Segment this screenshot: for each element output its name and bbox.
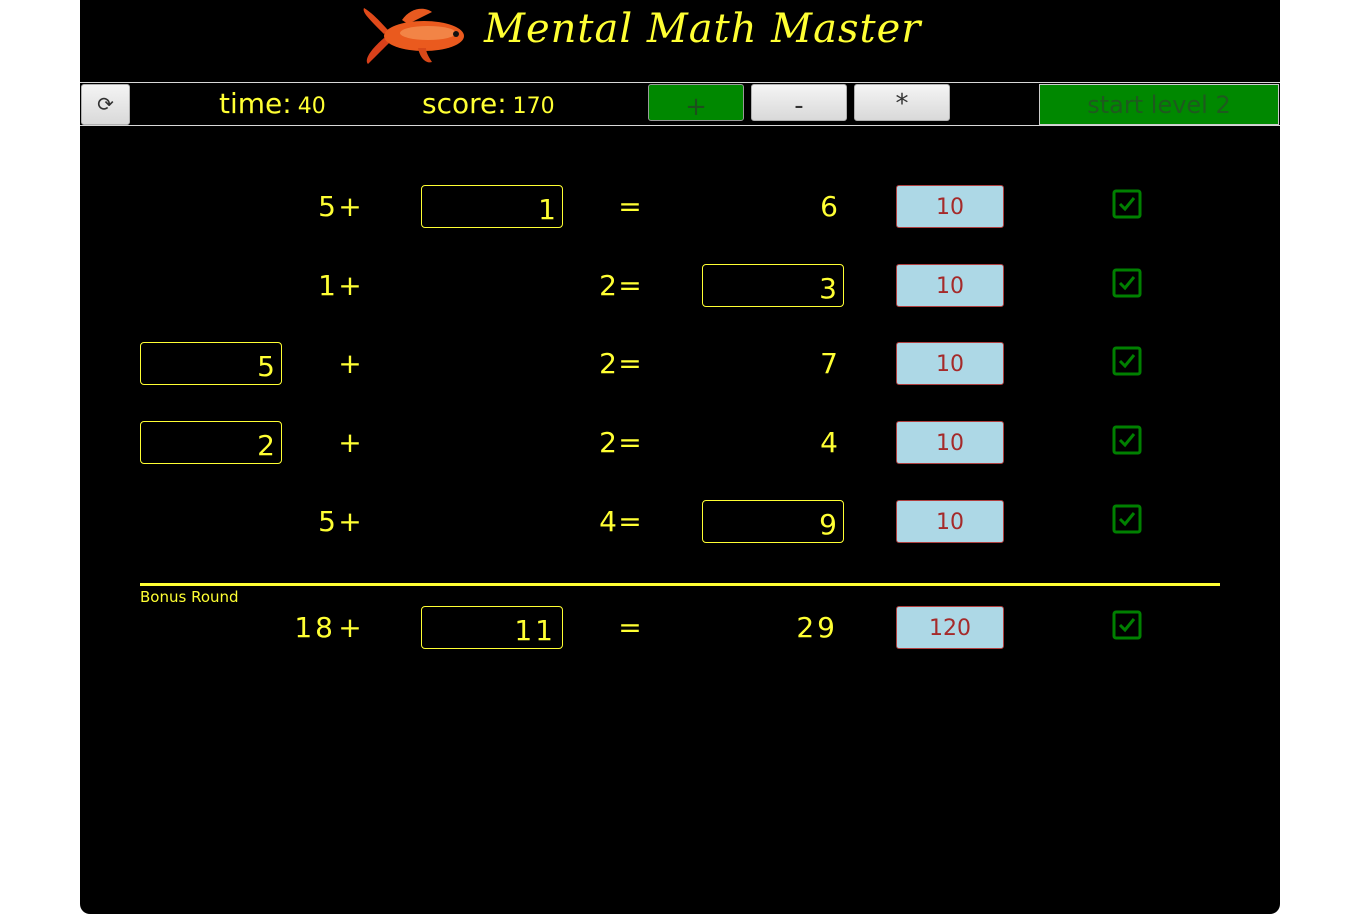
problem-row: 5 1 6 + = 10 — [80, 185, 1280, 229]
answer-input[interactable]: 3 — [702, 264, 844, 307]
refresh-icon: ⟳ — [97, 92, 114, 116]
answer-input[interactable]: 1 — [421, 185, 563, 228]
points-badge: 10 — [896, 342, 1004, 385]
title-area: Mental Math Master — [80, 0, 1280, 80]
equals-symbol: = — [618, 611, 642, 644]
answer-input[interactable]: 2 — [140, 421, 282, 464]
operator-symbol: + — [338, 505, 362, 538]
answer-input[interactable]: 5 — [140, 342, 282, 385]
multiplication-button[interactable]: * — [854, 84, 950, 121]
answer-input[interactable]: 9 — [702, 500, 844, 543]
problem-row: 2 2 4 + = 10 — [80, 421, 1280, 465]
refresh-button[interactable]: ⟳ — [81, 84, 130, 125]
problem-row: 5 4 9 + = 10 — [80, 500, 1280, 544]
score-label: score: — [422, 87, 507, 120]
answer-input[interactable]: 11 — [421, 606, 563, 649]
time-display: time: 40 — [219, 84, 326, 124]
points-badge: 10 — [896, 264, 1004, 307]
operator-symbol: + — [338, 190, 362, 223]
toolbar: ⟳ time: 40 score: 170 + - * start level 2 — [80, 82, 1280, 126]
operand-value: 2 — [599, 347, 617, 380]
checkmark-icon — [1112, 268, 1142, 298]
bonus-divider — [140, 583, 1220, 586]
app-title: Mental Math Master — [484, 6, 922, 52]
equals-symbol: = — [618, 347, 642, 380]
addition-button[interactable]: + — [648, 84, 744, 122]
score-display: score: 170 — [422, 84, 555, 124]
bonus-round-label: Bonus Round — [140, 588, 239, 606]
game-panel: Mental Math Master ⟳ time: 40 score: 170 +… — [80, 0, 1280, 914]
points-badge: 10 — [896, 185, 1004, 228]
points-badge: 10 — [896, 421, 1004, 464]
operand-value: 5 — [318, 190, 336, 223]
equals-symbol: = — [618, 190, 642, 223]
operand-value: 4 — [820, 426, 838, 459]
points-badge: 10 — [896, 500, 1004, 543]
time-label: time: — [219, 87, 292, 120]
operator-symbol: + — [338, 611, 362, 644]
problem-row: 5 2 7 + = 10 — [80, 342, 1280, 386]
equals-symbol: = — [618, 505, 642, 538]
operand-value: 7 — [820, 347, 838, 380]
operand-value: 2 — [599, 426, 617, 459]
score-value: 170 — [512, 94, 555, 119]
operand-value: 18 — [294, 611, 336, 644]
goldfish-logo — [363, 8, 464, 64]
operand-value: 6 — [820, 190, 838, 223]
operand-value: 5 — [318, 505, 336, 538]
checkmark-icon — [1112, 425, 1142, 455]
time-value: 40 — [297, 94, 326, 119]
operand-value: 4 — [599, 505, 617, 538]
operator-symbol: + — [338, 269, 362, 302]
operand-value: 2 — [599, 269, 617, 302]
checkmark-icon — [1112, 189, 1142, 219]
problem-row: 1 2 3 + = 10 — [80, 264, 1280, 308]
checkmark-icon — [1112, 610, 1142, 640]
start-level-button[interactable]: start level 2 — [1039, 84, 1279, 125]
operand-value: 29 — [796, 611, 838, 644]
equals-symbol: = — [618, 426, 642, 459]
equals-symbol: = — [618, 269, 642, 302]
operator-symbol: + — [338, 347, 362, 380]
operator-symbol: + — [338, 426, 362, 459]
bonus-row: 18 11 29 + = 120 — [80, 606, 1280, 650]
subtraction-button[interactable]: - — [751, 84, 847, 121]
points-badge: 120 — [896, 606, 1004, 649]
checkmark-icon — [1112, 504, 1142, 534]
operand-value: 1 — [318, 269, 336, 302]
checkmark-icon — [1112, 346, 1142, 376]
